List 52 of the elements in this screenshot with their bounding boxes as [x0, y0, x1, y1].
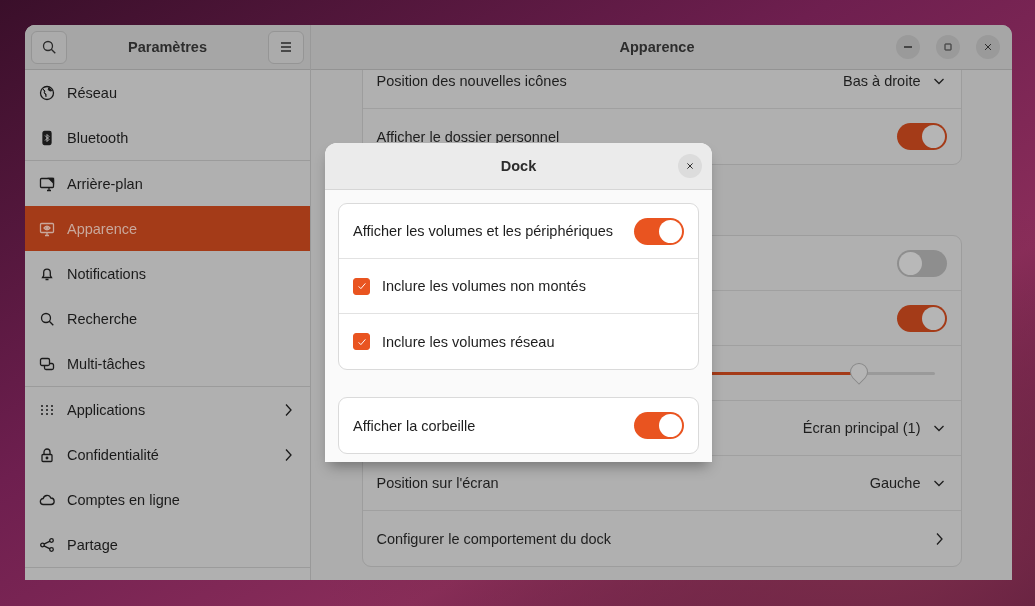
- sidebar-title: Paramètres: [128, 39, 207, 55]
- toggle-switch[interactable]: [896, 304, 947, 332]
- close-icon: [982, 41, 994, 53]
- sidebar-item[interactable]: Applications: [25, 387, 310, 432]
- checkmark-icon: [355, 280, 368, 292]
- monitor-eye-icon: [39, 220, 55, 237]
- bluetooth-icon: [39, 129, 55, 146]
- minimize-button[interactable]: [896, 35, 920, 59]
- setting-label: Afficher la corbeille: [353, 417, 476, 434]
- sidebar-item[interactable]: Réseau: [25, 70, 310, 115]
- sidebar-item[interactable]: Comptes en ligne: [25, 477, 310, 522]
- setting-label: Inclure les volumes non montés: [382, 278, 586, 294]
- dropdown[interactable]: Gauche: [869, 475, 947, 491]
- menu-icon: [278, 39, 294, 55]
- close-button[interactable]: [678, 154, 702, 178]
- setting-label: Configurer le comportement du dock: [376, 530, 612, 547]
- search-icon: [41, 39, 57, 55]
- globe-icon: [39, 84, 55, 101]
- toggle-switch[interactable]: [634, 412, 684, 439]
- sidebar-item[interactable]: Recherche: [25, 296, 310, 341]
- search-icon: [39, 310, 55, 327]
- sidebar-item[interactable]: Multi-tâches: [25, 341, 310, 386]
- sidebar-item[interactable]: Notifications: [25, 251, 310, 296]
- setting-label: Afficher les volumes et les périphériques: [353, 223, 614, 239]
- lock-icon: [39, 446, 55, 463]
- toggle-switch[interactable]: [896, 249, 947, 277]
- search-button[interactable]: [31, 30, 67, 64]
- dropdown[interactable]: Écran principal (1): [802, 420, 947, 436]
- sidebar-item[interactable]: Arrière-plan: [25, 161, 310, 206]
- monitor-icon: [39, 175, 55, 192]
- window-title: Apparence: [618, 39, 696, 55]
- toggle-switch[interactable]: [634, 217, 684, 245]
- minimize-icon: [904, 46, 912, 48]
- close-button[interactable]: [976, 35, 1000, 59]
- sidebar-item[interactable]: Confidentialité: [25, 432, 310, 477]
- windows-icon: [39, 355, 55, 372]
- checkbox[interactable]: [353, 333, 370, 350]
- dropdown[interactable]: Bas à droite: [843, 73, 947, 89]
- setting-label: Position sur l'écran: [376, 475, 499, 491]
- toggle-switch[interactable]: [896, 123, 947, 150]
- checkbox[interactable]: [353, 277, 370, 295]
- setting-label: Position des nouvelles icônes: [376, 73, 567, 89]
- close-icon: [684, 160, 696, 172]
- setting-label: Afficher le dossier personnel: [376, 128, 560, 145]
- sidebar-item[interactable]: Bluetooth: [25, 115, 310, 160]
- maximize-button[interactable]: [936, 35, 960, 59]
- maximize-icon: [942, 41, 954, 53]
- menu-button[interactable]: [268, 30, 304, 64]
- dialog-title: Dock: [499, 158, 538, 174]
- setting-label: Inclure les volumes réseau: [382, 333, 555, 350]
- share-icon: [39, 536, 55, 553]
- sidebar-item[interactable]: Partage: [25, 522, 310, 567]
